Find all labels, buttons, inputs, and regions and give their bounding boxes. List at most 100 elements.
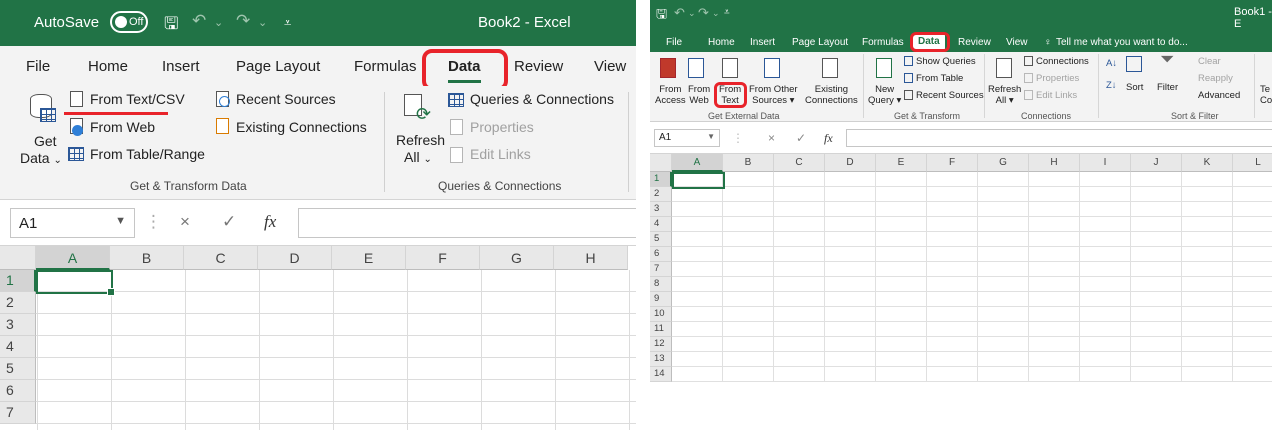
row-header[interactable]: 5 <box>0 358 36 380</box>
tab-file[interactable]: File <box>26 58 50 75</box>
existing-connections-button[interactable]: Existing Connections <box>236 119 367 135</box>
column-header[interactable]: J <box>1131 154 1182 172</box>
column-header[interactable]: H <box>1029 154 1080 172</box>
row-header[interactable]: 11 <box>650 322 672 337</box>
column-header[interactable]: G <box>480 246 554 270</box>
name-box[interactable]: A1 ▼ <box>654 129 720 147</box>
existing-connections-button[interactable]: Existing Connections <box>805 84 858 106</box>
tab-review[interactable]: Review <box>514 58 563 75</box>
row-header[interactable]: 8 <box>650 277 672 292</box>
enter-icon[interactable]: ✓ <box>796 131 806 145</box>
redo-dropdown-icon[interactable]: ⌄ <box>258 16 267 29</box>
column-header[interactable]: C <box>184 246 258 270</box>
undo-icon[interactable]: ↶ <box>192 11 206 31</box>
from-text-csv-button[interactable]: From Text/CSV <box>90 91 185 107</box>
tab-formulas[interactable]: Formulas <box>354 58 417 75</box>
recent-sources-button[interactable]: Recent Sources <box>916 90 984 101</box>
new-query-button[interactable]: New Query ▾ <box>868 84 901 106</box>
column-header[interactable]: E <box>876 154 927 172</box>
row-header[interactable]: 1 <box>650 172 672 187</box>
row-header[interactable]: 14 <box>650 367 672 382</box>
tab-home[interactable]: Home <box>708 37 735 48</box>
from-table-range-button[interactable]: From Table/Range <box>90 146 205 162</box>
customize-qat-icon[interactable]: ⩡ <box>724 7 730 18</box>
column-header[interactable]: G <box>978 154 1029 172</box>
from-web-button[interactable]: From Web <box>90 119 155 135</box>
column-header[interactable]: I <box>1080 154 1131 172</box>
worksheet-grid[interactable]: A B C D E F G H I J K L 1 2 3 4 5 6 7 8 9 10 11 12 13 14 <box>650 154 1272 390</box>
active-cell[interactable] <box>672 172 725 189</box>
from-table-button[interactable]: From Table <box>916 73 963 84</box>
row-header[interactable]: 2 <box>0 292 36 314</box>
autosave-toggle[interactable]: Off <box>110 11 148 33</box>
column-header[interactable]: B <box>110 246 184 270</box>
from-other-sources-button[interactable]: From Other Sources ▾ <box>749 84 798 106</box>
tab-page-layout[interactable]: Page Layout <box>236 58 320 75</box>
get-data-label-1[interactable]: Get <box>34 133 57 149</box>
row-header[interactable]: 3 <box>650 202 672 217</box>
cancel-icon[interactable]: × <box>768 131 775 145</box>
select-all-corner[interactable] <box>650 154 672 172</box>
edit-links-button[interactable]: Edit Links <box>470 146 531 162</box>
column-header[interactable]: K <box>1182 154 1233 172</box>
save-icon[interactable]: 🖫 <box>656 5 667 27</box>
sort-za-icon[interactable]: Z↓ <box>1106 80 1117 91</box>
redo-dropdown-icon[interactable]: ⌄ <box>712 8 720 19</box>
row-header[interactable]: 4 <box>650 217 672 232</box>
tab-page-layout[interactable]: Page Layout <box>792 37 848 48</box>
tab-review[interactable]: Review <box>958 37 991 48</box>
row-header[interactable]: 7 <box>650 262 672 277</box>
row-header[interactable]: 1 <box>0 270 36 292</box>
formula-input[interactable] <box>846 129 1272 147</box>
row-header[interactable]: 6 <box>0 380 36 402</box>
column-header[interactable]: F <box>927 154 978 172</box>
select-all-corner[interactable] <box>0 246 36 270</box>
refresh-all-label-1[interactable]: Refresh <box>396 132 445 148</box>
column-header[interactable]: B <box>723 154 774 172</box>
save-icon[interactable]: 🖫 <box>164 11 178 40</box>
advanced-button[interactable]: Advanced <box>1198 90 1240 101</box>
from-access-button[interactable]: From Access <box>655 84 686 106</box>
name-box[interactable]: A1 ▼ <box>10 208 135 238</box>
get-data-button[interactable]: Data ⌄ <box>20 150 62 166</box>
properties-button[interactable]: Properties <box>470 119 534 135</box>
tab-formulas[interactable]: Formulas <box>862 37 904 48</box>
row-header[interactable]: 4 <box>0 336 36 358</box>
tab-file[interactable]: File <box>666 37 682 48</box>
filter-button[interactable]: Filter <box>1157 82 1178 93</box>
undo-icon[interactable]: ↶ <box>674 5 685 21</box>
row-header[interactable]: 5 <box>650 232 672 247</box>
connections-button[interactable]: Connections <box>1036 56 1089 67</box>
tab-insert[interactable]: Insert <box>162 58 200 75</box>
column-header[interactable]: E <box>332 246 406 270</box>
row-header[interactable]: 6 <box>650 247 672 262</box>
formula-input[interactable] <box>298 208 636 238</box>
column-header[interactable]: D <box>825 154 876 172</box>
tab-view[interactable]: View <box>594 58 626 75</box>
insert-function-icon[interactable]: fx <box>824 131 833 146</box>
refresh-all-button[interactable]: All ⌄ <box>404 149 432 165</box>
sort-button[interactable]: Sort <box>1126 82 1143 93</box>
reapply-button[interactable]: Reapply <box>1198 73 1233 84</box>
edit-links-button[interactable]: Edit Links <box>1036 90 1077 101</box>
undo-dropdown-icon[interactable]: ⌄ <box>214 16 223 29</box>
insert-function-icon[interactable]: fx <box>264 212 276 232</box>
tell-me-search[interactable]: Tell me what you want to do... <box>1056 37 1188 48</box>
row-header[interactable]: 13 <box>650 352 672 367</box>
clear-button[interactable]: Clear <box>1198 56 1221 67</box>
row-header[interactable]: 7 <box>0 402 36 424</box>
row-header[interactable]: 12 <box>650 337 672 352</box>
column-header[interactable]: C <box>774 154 825 172</box>
undo-dropdown-icon[interactable]: ⌄ <box>688 8 696 19</box>
column-header[interactable]: F <box>406 246 480 270</box>
redo-icon[interactable]: ↷ <box>698 5 709 21</box>
queries-connections-button[interactable]: Queries & Connections <box>470 91 614 107</box>
row-header[interactable]: 9 <box>650 292 672 307</box>
sort-az-icon[interactable]: A↓ <box>1106 58 1117 69</box>
cancel-icon[interactable]: × <box>180 212 190 232</box>
row-header[interactable]: 3 <box>0 314 36 336</box>
cell-area[interactable] <box>36 270 636 430</box>
redo-icon[interactable]: ↷ <box>236 11 250 31</box>
cell-area[interactable] <box>672 172 1272 382</box>
recent-sources-button[interactable]: Recent Sources <box>236 91 336 107</box>
